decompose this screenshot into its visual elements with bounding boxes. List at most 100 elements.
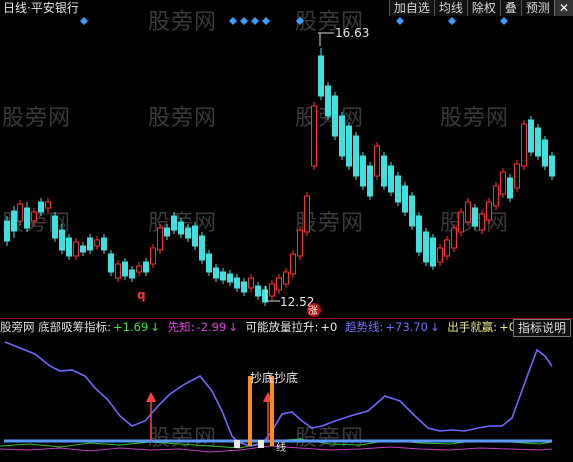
candle-body	[17, 203, 23, 222]
candle-body	[423, 231, 429, 263]
red-marker: q	[137, 288, 146, 302]
toolbar: 加自选 均线 除权 叠 预测 ✕	[388, 0, 573, 16]
candle-body	[87, 237, 93, 251]
candle-body	[458, 211, 464, 233]
indicator-item-volume-surge: 可能放量拉升: +0	[245, 320, 338, 334]
candle-body	[73, 241, 79, 257]
candle-body	[122, 261, 128, 277]
signal-diamond-icon	[240, 17, 248, 25]
high-price-label: 16.63	[335, 26, 369, 40]
candle-body	[346, 125, 352, 167]
candle-body	[311, 105, 317, 167]
candle-body	[164, 227, 170, 237]
candle-body	[171, 215, 177, 231]
signal-diamond-icon	[80, 17, 88, 25]
candle-body	[178, 221, 184, 235]
candle-body	[241, 281, 247, 293]
candle-body	[542, 139, 548, 167]
candle-body	[31, 211, 37, 222]
bottom-bar	[270, 376, 274, 446]
indicator-help-button[interactable]: 指标说明	[512, 319, 571, 337]
title-bar: 日线·平安银行 加自选 均线 除权 叠 预测 ✕	[0, 0, 573, 16]
candle-body	[444, 239, 450, 257]
candle-body	[157, 227, 163, 251]
forecast-button[interactable]: 预测	[520, 0, 554, 16]
candle-body	[486, 201, 492, 221]
candle-body	[115, 263, 121, 279]
candle-body	[150, 247, 156, 265]
add-watchlist-button[interactable]: 加自选	[388, 0, 434, 16]
candle-body	[94, 239, 100, 247]
signal-diamond-icon	[448, 17, 456, 25]
candles	[4, 48, 555, 306]
candle-body	[402, 185, 408, 213]
candle-body	[535, 127, 541, 157]
candle-body	[192, 225, 198, 247]
candle-body	[38, 201, 44, 213]
indicator-legend: 股旁网 底部吸筹指标: +1.69 ↓ 先知: -2.99 ↓ 可能放量拉升: +0 趋势…	[0, 319, 573, 335]
candle-body	[374, 145, 380, 177]
candle-body	[276, 277, 282, 291]
candle-body	[360, 155, 366, 187]
candle-body	[220, 271, 226, 281]
moving-average-button[interactable]: 均线	[433, 0, 467, 16]
high-price-marker: 16.63	[318, 26, 369, 46]
candle-body	[493, 185, 499, 207]
candle-body	[283, 271, 289, 285]
chart-title: 日线·平安银行	[3, 1, 79, 15]
candle-body	[528, 119, 534, 153]
candle-body	[479, 213, 485, 231]
candle-body	[234, 277, 240, 289]
bottom-marker	[258, 440, 264, 448]
candle-body	[108, 253, 114, 273]
candle-body	[129, 269, 135, 279]
candle-body	[24, 207, 30, 229]
candle-body	[101, 237, 107, 251]
candle-body	[507, 177, 513, 199]
signal-diamond-icon	[500, 17, 508, 25]
candle-body	[4, 220, 10, 242]
indicator-item-trendline: 趋势线: +73.70 ↓	[345, 320, 440, 334]
candle-body	[11, 210, 17, 232]
bottom-annotation: 抄底抄底	[250, 370, 298, 385]
bottom-marker	[234, 440, 240, 448]
candle-body	[472, 207, 478, 227]
candle-body	[437, 247, 443, 263]
candle-body	[325, 85, 331, 117]
candle-body	[143, 261, 149, 273]
candle-body	[255, 285, 261, 297]
candle-body	[465, 201, 471, 223]
ex-rights-button[interactable]: 除权	[466, 0, 500, 16]
close-icon[interactable]: ✕	[553, 0, 573, 16]
overlay-button[interactable]: 叠	[499, 0, 521, 16]
signal-diamond-icon	[251, 17, 259, 25]
candle-body	[297, 229, 303, 257]
indicator-chart[interactable]: 抄底抄底 线	[0, 336, 573, 462]
candle-body	[290, 253, 296, 275]
candle-body	[318, 55, 324, 97]
candle-body	[395, 175, 401, 203]
bottom-tag: 线	[276, 441, 286, 454]
candle-body	[262, 289, 268, 303]
candle-body	[416, 215, 422, 253]
indicator-item-main: 股旁网 底部吸筹指标: +1.69 ↓	[0, 320, 160, 334]
candle-body	[339, 115, 345, 157]
zhang-badge-label: 涨	[308, 305, 318, 317]
indicator-item-win: 出手就赢: +0	[447, 320, 517, 334]
candlestick-chart[interactable]: 16.63 12.52 q 涨	[0, 16, 573, 318]
candle-body	[227, 273, 233, 283]
bottom-bar	[248, 376, 252, 446]
trend-line	[4, 341, 553, 447]
candle-body	[353, 135, 359, 177]
candle-body	[521, 123, 527, 167]
candle-body	[199, 235, 205, 261]
candle-body	[514, 163, 520, 189]
buy-arrow	[146, 392, 156, 441]
candle-body	[409, 195, 415, 227]
candle-body	[500, 171, 506, 195]
candle-body	[45, 201, 51, 209]
candle-body	[451, 227, 457, 249]
candle-body	[367, 165, 373, 197]
candle-body	[206, 253, 212, 273]
signal-diamond-icon	[396, 17, 404, 25]
